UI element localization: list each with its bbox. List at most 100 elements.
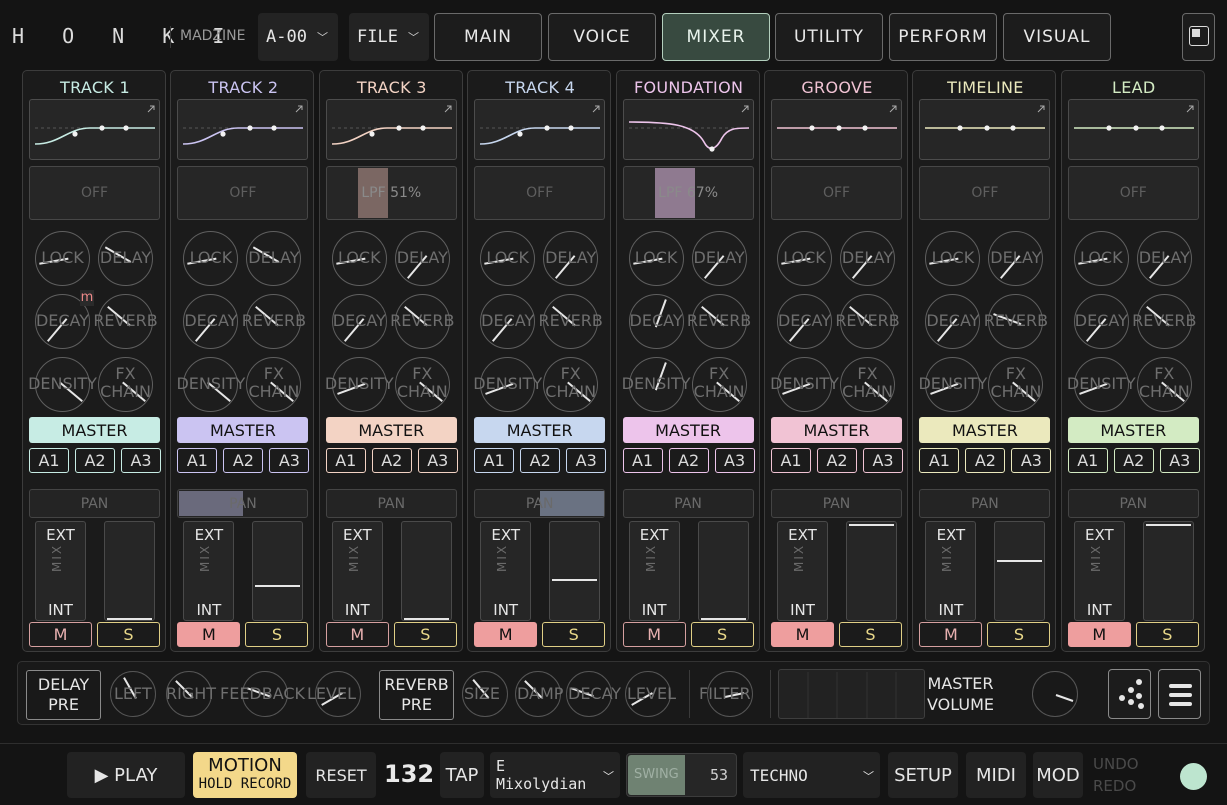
send-a2-button[interactable]: A2 bbox=[223, 448, 264, 473]
send-a3-button[interactable]: A3 bbox=[863, 448, 903, 473]
send-a3-button[interactable]: A3 bbox=[1159, 448, 1200, 473]
mix-source-switch[interactable]: EXT MIX INT bbox=[628, 521, 680, 621]
pan-slider[interactable]: PAN bbox=[177, 489, 309, 518]
volume-fader[interactable] bbox=[846, 521, 897, 621]
setup-button[interactable]: SETUP bbox=[888, 752, 958, 798]
envelope-display[interactable] bbox=[29, 99, 160, 160]
tab-utility[interactable]: UTILITY bbox=[775, 13, 883, 61]
filter-slider[interactable]: OFF bbox=[919, 166, 1051, 220]
volume-fader[interactable] bbox=[994, 521, 1046, 621]
send-a3-button[interactable]: A3 bbox=[121, 448, 161, 473]
mute-button[interactable]: M bbox=[29, 622, 92, 647]
undo-button[interactable]: UNDO bbox=[1093, 753, 1139, 775]
send-a1-button[interactable]: A1 bbox=[29, 448, 69, 473]
send-a1-button[interactable]: A1 bbox=[325, 448, 366, 473]
send-a1-button[interactable]: A1 bbox=[919, 448, 960, 473]
mute-button[interactable]: M bbox=[771, 622, 834, 647]
send-a1-button[interactable]: A1 bbox=[1067, 448, 1108, 473]
send-a2-button[interactable]: A2 bbox=[75, 448, 115, 473]
solo-button[interactable]: S bbox=[245, 622, 309, 647]
fader-handle[interactable] bbox=[849, 524, 894, 526]
fader-handle[interactable] bbox=[552, 578, 598, 581]
genre-dropdown[interactable]: TECHNO ﹀ bbox=[743, 752, 880, 798]
reset-button[interactable]: RESET bbox=[306, 752, 376, 798]
master-send-button[interactable]: MASTER bbox=[1067, 417, 1199, 443]
fader-handle[interactable] bbox=[255, 585, 301, 588]
tab-mixer[interactable]: MIXER bbox=[662, 13, 770, 61]
fader-handle[interactable] bbox=[403, 618, 449, 620]
solo-button[interactable]: S bbox=[1135, 622, 1199, 647]
scale-dropdown[interactable]: E Mixolydian ﹀ bbox=[490, 752, 620, 798]
play-button[interactable]: ▶ PLAY bbox=[67, 752, 185, 798]
master-send-button[interactable]: MASTER bbox=[919, 417, 1051, 443]
send-a3-button[interactable]: A3 bbox=[269, 448, 310, 473]
pan-slider[interactable]: PAN bbox=[325, 489, 457, 518]
send-a2-button[interactable]: A2 bbox=[1113, 448, 1154, 473]
send-a3-button[interactable]: A3 bbox=[714, 448, 755, 473]
menu-button[interactable] bbox=[1158, 669, 1201, 719]
envelope-display[interactable] bbox=[474, 99, 606, 160]
window-toggle-button[interactable] bbox=[1182, 13, 1215, 61]
solo-button[interactable]: S bbox=[839, 622, 902, 647]
send-a3-button[interactable]: A3 bbox=[566, 448, 607, 473]
mix-source-switch[interactable]: EXT MIX INT bbox=[35, 521, 86, 621]
volume-fader[interactable] bbox=[104, 521, 155, 621]
send-a2-button[interactable]: A2 bbox=[965, 448, 1006, 473]
volume-fader[interactable] bbox=[1142, 521, 1194, 621]
tab-visual[interactable]: VISUAL bbox=[1003, 13, 1111, 61]
pan-slider[interactable]: PAN bbox=[1067, 489, 1199, 518]
redo-button[interactable]: REDO bbox=[1093, 775, 1139, 797]
mix-source-switch[interactable]: EXT MIX INT bbox=[925, 521, 977, 621]
master-send-button[interactable]: MASTER bbox=[325, 417, 457, 443]
midi-button[interactable]: MIDI bbox=[966, 752, 1026, 798]
filter-slider[interactable]: LPF 67% bbox=[622, 166, 754, 220]
envelope-display[interactable] bbox=[771, 99, 902, 160]
envelope-display[interactable] bbox=[622, 99, 754, 160]
solo-button[interactable]: S bbox=[987, 622, 1051, 647]
tab-voice[interactable]: VOICE bbox=[548, 13, 656, 61]
preset-dropdown[interactable]: A-00 ﹀ bbox=[258, 13, 338, 61]
mute-button[interactable]: M bbox=[474, 622, 538, 647]
send-a1-button[interactable]: A1 bbox=[474, 448, 515, 473]
send-a2-button[interactable]: A2 bbox=[371, 448, 412, 473]
volume-fader[interactable] bbox=[549, 521, 601, 621]
envelope-display[interactable] bbox=[1067, 99, 1199, 160]
motion-button[interactable]: MOTION HOLD RECORD bbox=[193, 752, 297, 798]
mix-source-switch[interactable]: EXT MIX INT bbox=[183, 521, 235, 621]
filter-slider[interactable]: OFF bbox=[29, 166, 160, 220]
mute-button[interactable]: M bbox=[177, 622, 241, 647]
master-send-button[interactable]: MASTER bbox=[771, 417, 902, 443]
solo-button[interactable]: S bbox=[393, 622, 457, 647]
pan-slider[interactable]: PAN bbox=[29, 489, 160, 518]
mix-source-switch[interactable]: EXT MIX INT bbox=[331, 521, 383, 621]
send-a2-button[interactable]: A2 bbox=[668, 448, 709, 473]
envelope-display[interactable] bbox=[177, 99, 309, 160]
reverb-pre-button[interactable]: REVERB PRE bbox=[379, 670, 454, 720]
send-a1-button[interactable]: A1 bbox=[622, 448, 663, 473]
mute-button[interactable]: M bbox=[325, 622, 389, 647]
send-a1-button[interactable]: A1 bbox=[771, 448, 811, 473]
mute-button[interactable]: M bbox=[622, 622, 686, 647]
filter-slider[interactable]: OFF bbox=[771, 166, 902, 220]
fader-handle[interactable] bbox=[107, 618, 152, 620]
solo-button[interactable]: S bbox=[690, 622, 754, 647]
pan-slider[interactable]: PAN bbox=[622, 489, 754, 518]
volume-fader[interactable] bbox=[697, 521, 749, 621]
solo-button[interactable]: S bbox=[97, 622, 160, 647]
dots-pattern-button[interactable] bbox=[1108, 669, 1151, 719]
filter-slider[interactable]: OFF bbox=[177, 166, 309, 220]
master-send-button[interactable]: MASTER bbox=[622, 417, 754, 443]
mix-source-switch[interactable]: EXT MIX INT bbox=[777, 521, 828, 621]
mix-source-switch[interactable]: EXT MIX INT bbox=[1073, 521, 1125, 621]
volume-fader[interactable] bbox=[252, 521, 304, 621]
volume-fader[interactable] bbox=[400, 521, 452, 621]
fader-handle[interactable] bbox=[997, 559, 1043, 562]
send-a3-button[interactable]: A3 bbox=[1011, 448, 1052, 473]
tab-main[interactable]: MAIN bbox=[434, 13, 542, 61]
solo-button[interactable]: S bbox=[542, 622, 606, 647]
send-a3-button[interactable]: A3 bbox=[417, 448, 458, 473]
pan-slider[interactable]: PAN bbox=[919, 489, 1051, 518]
mute-button[interactable]: M bbox=[1067, 622, 1131, 647]
send-a1-button[interactable]: A1 bbox=[177, 448, 218, 473]
send-a2-button[interactable]: A2 bbox=[817, 448, 857, 473]
